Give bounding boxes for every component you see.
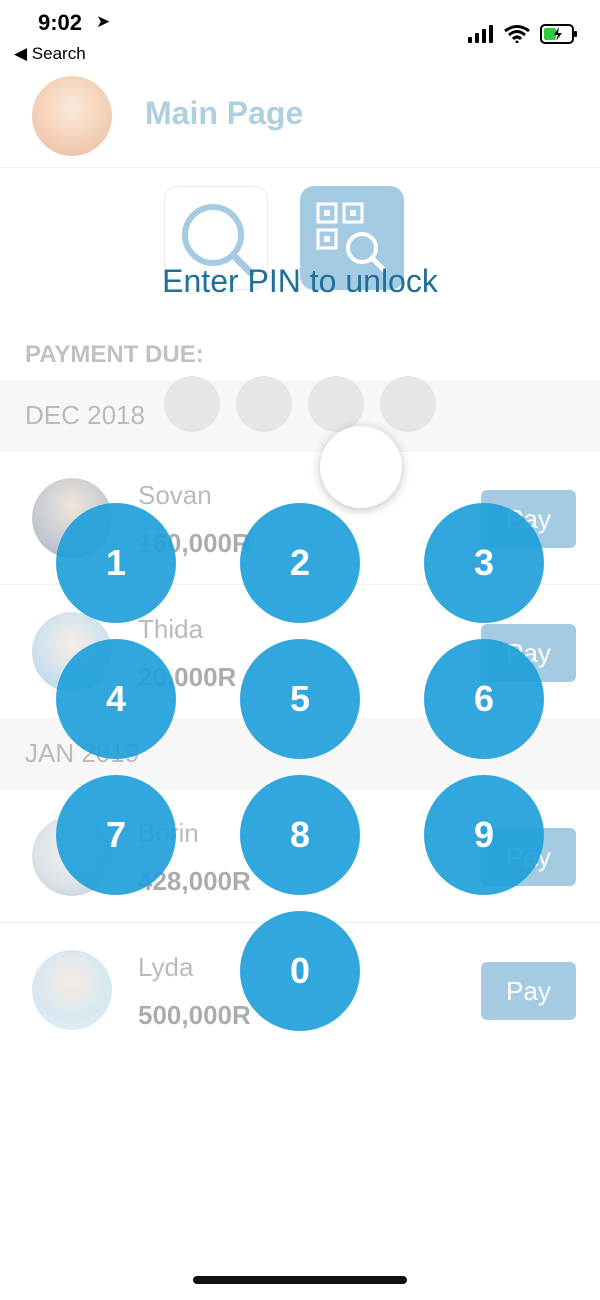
keypad-key-7[interactable]: 7 [56,775,176,895]
pin-dot [164,376,220,432]
profile-avatar[interactable] [32,76,112,156]
header-divider [0,167,600,168]
keypad-key-1[interactable]: 1 [56,503,176,623]
keypad-key-9[interactable]: 9 [424,775,544,895]
pin-dot [380,376,436,432]
payee-name: Sovan [138,480,212,510]
section-label: PAYMENT DUE: [25,341,204,368]
pin-dot [308,376,364,432]
payee-name: Thida [138,614,204,644]
keypad-key-2[interactable]: 2 [240,503,360,623]
keypad-key-4[interactable]: 4 [56,639,176,759]
pin-prompt: Enter PIN to unlock [162,263,438,299]
payee-amount: 500,000R [138,1000,251,1030]
month-label: DEC 2018 [25,400,145,430]
keypad-key-5[interactable]: 5 [240,639,360,759]
touch-indicator [320,426,402,508]
home-indicator[interactable] [193,1276,407,1284]
payee-name: Lyda [138,952,194,982]
keypad-key-8[interactable]: 8 [240,775,360,895]
keypad-key-6[interactable]: 6 [424,639,544,759]
pay-button[interactable]: Pay [481,962,576,1020]
avatar [32,950,112,1030]
keypad-key-3[interactable]: 3 [424,503,544,623]
pin-dot [236,376,292,432]
keypad-key-0[interactable]: 0 [240,911,360,1031]
page-title: Main Page [145,95,304,131]
